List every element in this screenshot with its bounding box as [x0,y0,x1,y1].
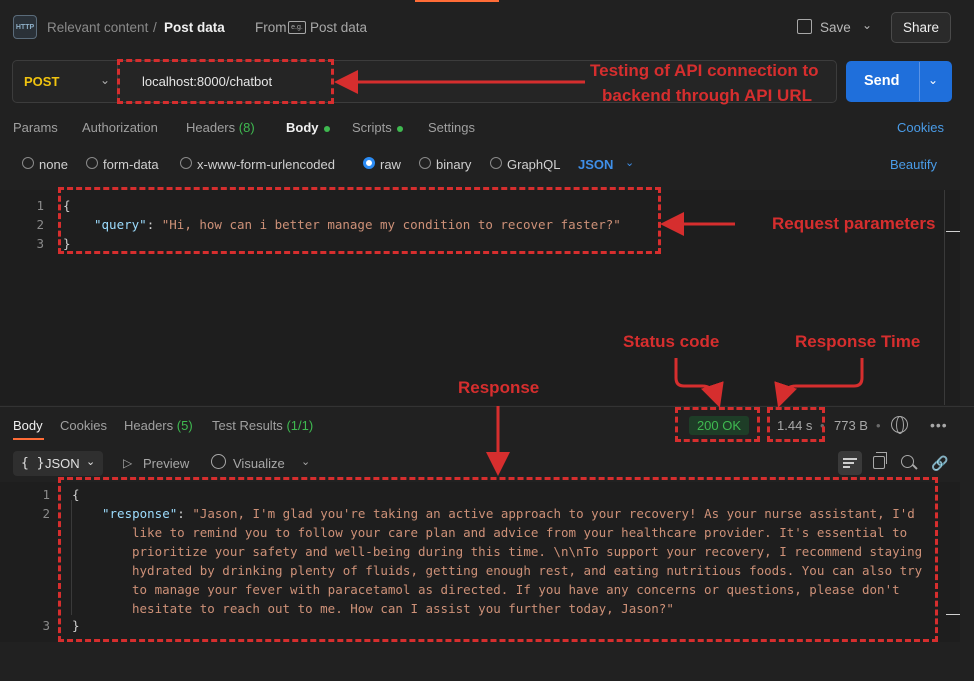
annotation-arrows [334,70,864,476]
arrow-status [674,358,724,408]
arrow-time [774,358,864,408]
